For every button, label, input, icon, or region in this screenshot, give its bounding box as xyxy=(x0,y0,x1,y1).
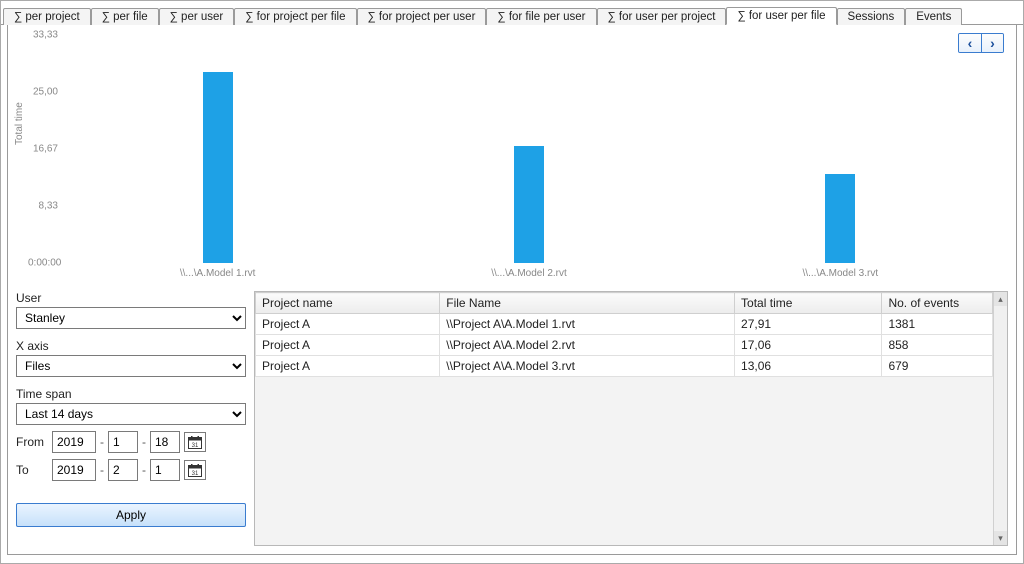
table-cell: 27,91 xyxy=(735,314,882,335)
to-month-input[interactable] xyxy=(108,459,138,481)
date-from-row: From - - 31 xyxy=(16,431,246,453)
from-label: From xyxy=(16,435,48,449)
table-cell: 679 xyxy=(882,356,993,377)
bar-x-label: \\...\A.Model 3.rvt xyxy=(740,268,940,279)
bar-slot: \\...\A.Model 3.rvt xyxy=(740,174,940,263)
tab-project-per-user[interactable]: ∑ for project per user xyxy=(357,8,487,25)
bar-x-label: \\...\A.Model 1.rvt xyxy=(118,268,318,279)
dash: - xyxy=(142,463,146,477)
lower-panel: User Stanley X axis Files Time span Last… xyxy=(8,287,1016,554)
timespan-label: Time span xyxy=(16,387,246,401)
tab-sum-project[interactable]: ∑ per project xyxy=(3,8,91,25)
user-group: User Stanley xyxy=(16,291,246,329)
table-cell: Project A xyxy=(256,335,440,356)
bar-slot: \\...\A.Model 1.rvt xyxy=(118,72,318,263)
table-cell: Project A xyxy=(256,356,440,377)
y-ticks: 33,33 25,00 16,67 8,33 0:00:00 xyxy=(28,35,58,263)
bar-slot: \\...\A.Model 2.rvt xyxy=(429,146,629,263)
chart-plot: 33,33 25,00 16,67 8,33 0:00:00 \\...\A.M… xyxy=(62,35,996,263)
timespan-select[interactable]: Last 14 days xyxy=(16,403,246,425)
table-cell: Project A xyxy=(256,314,440,335)
table-cell: 17,06 xyxy=(735,335,882,356)
to-year-input[interactable] xyxy=(52,459,96,481)
tab-file-per-user[interactable]: ∑ for file per user xyxy=(486,8,596,25)
tab-content: ‹ › Total time 33,33 25,00 16,67 8,33 0:… xyxy=(7,25,1017,555)
from-year-input[interactable] xyxy=(52,431,96,453)
xaxis-select[interactable]: Files xyxy=(16,355,246,377)
app-window: ∑ per project ∑ per file ∑ per user ∑ fo… xyxy=(0,0,1024,564)
table-cell: \\Project A\A.Model 2.rvt xyxy=(440,335,735,356)
to-label: To xyxy=(16,463,48,477)
scroll-down-icon[interactable]: ▾ xyxy=(994,531,1007,545)
col-project[interactable]: Project name xyxy=(256,293,440,314)
y-tick: 8,33 xyxy=(28,201,58,212)
col-time[interactable]: Total time xyxy=(735,293,882,314)
svg-text:31: 31 xyxy=(192,443,199,449)
chart-bar[interactable] xyxy=(514,146,544,263)
calendar-icon[interactable]: 31 xyxy=(184,432,206,452)
data-table: Project name File Name Total time No. of… xyxy=(255,292,993,377)
calendar-icon[interactable]: 31 xyxy=(184,460,206,480)
col-events[interactable]: No. of events xyxy=(882,293,993,314)
chart-bar[interactable] xyxy=(203,72,233,263)
col-file[interactable]: File Name xyxy=(440,293,735,314)
tab-project-per-file[interactable]: ∑ for project per file xyxy=(234,8,356,25)
bar-x-label: \\...\A.Model 2.rvt xyxy=(429,268,629,279)
y-axis-label: Total time xyxy=(14,102,25,145)
table-row[interactable]: Project A\\Project A\A.Model 1.rvt27,911… xyxy=(256,314,993,335)
y-tick: 0:00:00 xyxy=(28,258,58,269)
tab-bar: ∑ per project ∑ per file ∑ per user ∑ fo… xyxy=(1,1,1023,25)
controls-panel: User Stanley X axis Files Time span Last… xyxy=(16,291,246,546)
y-tick: 33,33 xyxy=(28,30,58,41)
dash: - xyxy=(142,435,146,449)
xaxis-label: X axis xyxy=(16,339,246,353)
dash: - xyxy=(100,463,104,477)
apply-button[interactable]: Apply xyxy=(16,503,246,527)
tab-sessions[interactable]: Sessions xyxy=(837,8,906,25)
data-table-wrap: Project name File Name Total time No. of… xyxy=(254,291,1008,546)
table-cell: 13,06 xyxy=(735,356,882,377)
user-select[interactable]: Stanley xyxy=(16,307,246,329)
tab-user-per-project[interactable]: ∑ for user per project xyxy=(597,8,727,25)
date-to-row: To - - 31 xyxy=(16,459,246,481)
user-label: User xyxy=(16,291,246,305)
table-row[interactable]: Project A\\Project A\A.Model 3.rvt13,066… xyxy=(256,356,993,377)
chart-area: ‹ › Total time 33,33 25,00 16,67 8,33 0:… xyxy=(8,25,1016,287)
bars-container: \\...\A.Model 1.rvt \\...\A.Model 2.rvt \\… xyxy=(62,35,996,263)
svg-text:31: 31 xyxy=(192,471,199,477)
table-cell: \\Project A\A.Model 3.rvt xyxy=(440,356,735,377)
vertical-scrollbar[interactable]: ▴ ▾ xyxy=(993,292,1007,545)
from-day-input[interactable] xyxy=(150,431,180,453)
table-cell: 1381 xyxy=(882,314,993,335)
chart-bar[interactable] xyxy=(825,174,855,263)
table-row[interactable]: Project A\\Project A\A.Model 2.rvt17,068… xyxy=(256,335,993,356)
table-cell: 858 xyxy=(882,335,993,356)
table-header-row: Project name File Name Total time No. of… xyxy=(256,293,993,314)
tab-sum-file[interactable]: ∑ per file xyxy=(91,8,159,25)
y-tick: 25,00 xyxy=(28,87,58,98)
from-month-input[interactable] xyxy=(108,431,138,453)
xaxis-group: X axis Files xyxy=(16,339,246,377)
to-day-input[interactable] xyxy=(150,459,180,481)
tab-events[interactable]: Events xyxy=(905,8,962,25)
timespan-group: Time span Last 14 days From - - 31 xyxy=(16,387,246,481)
tab-user-per-file[interactable]: ∑ for user per file xyxy=(726,7,836,25)
scroll-up-icon[interactable]: ▴ xyxy=(994,292,1007,306)
y-tick: 16,67 xyxy=(28,144,58,155)
table-cell: \\Project A\A.Model 1.rvt xyxy=(440,314,735,335)
dash: - xyxy=(100,435,104,449)
tab-sum-user[interactable]: ∑ per user xyxy=(159,8,235,25)
